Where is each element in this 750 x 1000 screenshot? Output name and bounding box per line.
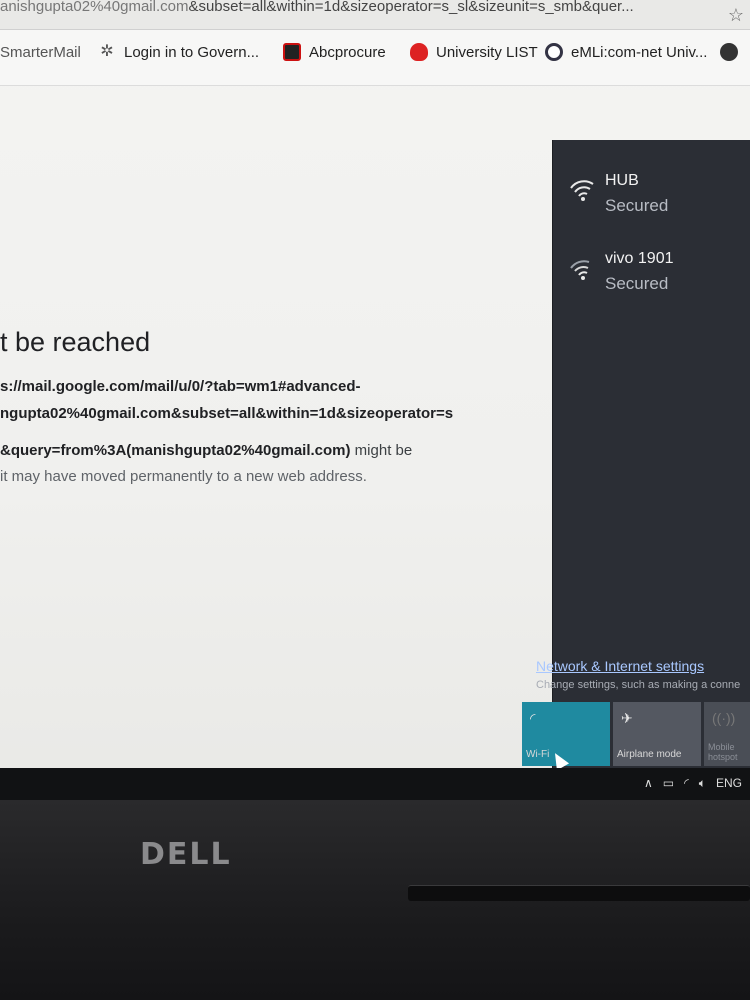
error-url-line-2: ngupta02%40gmail.com&subset=all&within=1… (0, 405, 453, 422)
hotspot-icon: ((·)) (712, 710, 736, 726)
network-name: vivo 1901 (605, 250, 674, 267)
address-url-host: anishgupta02%40gmail.com (0, 0, 189, 15)
taskbar: ∧ ▭ ◜ 🔈︎ ENG (0, 768, 750, 800)
tile-label: Mobile hotspot (708, 742, 738, 762)
network-status: Secured (605, 196, 669, 215)
network-settings-link[interactable]: Network & Internet settings (536, 658, 704, 674)
tile-label-line: hotspot (708, 752, 738, 762)
chevron-up-icon[interactable]: ∧ (644, 776, 653, 791)
bookmark-label: SmarterMail (0, 43, 81, 61)
system-tray: ∧ ▭ ◜ 🔈︎ ENG (644, 776, 742, 791)
address-url-query: &subset=all&within=1d&sizeoperator=s_sl&… (188, 0, 634, 15)
bookmark-emli[interactable]: eMLi:com-net Univ... (545, 40, 707, 64)
error-description: it may have moved permanently to a new w… (0, 468, 367, 485)
emli-icon (545, 43, 563, 61)
tile-label-line: Mobile (708, 742, 735, 752)
network-status: Secured (605, 274, 669, 293)
bookmarks-bar: SmarterMail ✲ Login in to Govern... Abcp… (0, 30, 750, 86)
network-name: HUB (605, 172, 639, 189)
laptop-bezel: DELL (0, 800, 750, 1000)
error-url-text: ngupta02%40gmail.com&subset=all&within=1… (0, 405, 454, 422)
network-item-hub[interactable]: HUB Secured (553, 168, 750, 228)
bookmark-abcprocure[interactable]: Abcprocure (283, 40, 386, 64)
wifi-signal-icon (570, 260, 590, 280)
bookmark-university-list[interactable]: University LIST (410, 40, 538, 64)
bookmark-star-icon[interactable]: ☆ (728, 5, 744, 26)
wifi-icon: ◜ (530, 710, 536, 726)
error-title: t be reached (0, 327, 151, 357)
wifi-icon[interactable]: ◜ (684, 776, 689, 791)
bookmark-label: Login in to Govern... (124, 43, 260, 61)
bookmark-login-govern[interactable]: ✲ Login in to Govern... (98, 40, 259, 64)
tile-label: Wi-Fi (526, 749, 550, 760)
error-url-text: &query=from%3A(manishgupta02%40gmail.com… (0, 442, 351, 459)
error-url-text: s://mail.google.com/mail/u/0/?tab=wm1#ad… (0, 378, 361, 395)
network-item-vivo[interactable]: vivo 1901 Secured (553, 246, 750, 306)
bookmark-label: eMLi:com-net Univ... (571, 43, 708, 61)
airplane-icon: ✈ (621, 710, 633, 726)
network-settings-description: Change settings, such as making a conne (536, 679, 741, 691)
error-url-line-3: &query=from%3A(manishgupta02%40gmail.com… (0, 442, 412, 459)
university-icon (410, 43, 428, 61)
bookmark-label: Abcprocure (309, 43, 386, 61)
bookmark-smartermail[interactable]: SmarterMail (0, 40, 81, 64)
wifi-signal-icon (570, 180, 594, 201)
wifi-toggle-tile[interactable]: ◜ Wi-Fi (522, 702, 610, 766)
speaker-vent (408, 885, 750, 901)
abcprocure-icon (283, 43, 301, 61)
language-indicator[interactable]: ENG (716, 776, 742, 791)
airplane-mode-tile[interactable]: ✈ Airplane mode (613, 702, 701, 766)
network-flyout: HUB Secured vivo 1901 Secured Network & … (522, 140, 750, 768)
error-url-line-1: s://mail.google.com/mail/u/0/?tab=wm1#ad… (0, 378, 361, 395)
laptop-screen: anishgupta02%40gmail.com&subset=all&with… (0, 0, 750, 800)
error-text: might be (350, 442, 413, 459)
battery-icon[interactable]: ▭ (663, 776, 674, 791)
address-url[interactable]: anishgupta02%40gmail.com&subset=all&with… (0, 0, 720, 30)
address-bar[interactable]: anishgupta02%40gmail.com&subset=all&with… (0, 0, 750, 30)
mobile-hotspot-tile[interactable]: ((·)) Mobile hotspot (704, 702, 750, 766)
globe-icon (720, 43, 738, 61)
volume-icon[interactable]: 🔈︎ (699, 776, 706, 791)
bookmark-label: University LIST (436, 43, 538, 61)
emblem-icon: ✲ (100, 43, 114, 60)
tile-label: Airplane mode (617, 749, 682, 760)
bookmark-more[interactable] (720, 40, 746, 64)
dell-logo: DELL (140, 837, 232, 872)
